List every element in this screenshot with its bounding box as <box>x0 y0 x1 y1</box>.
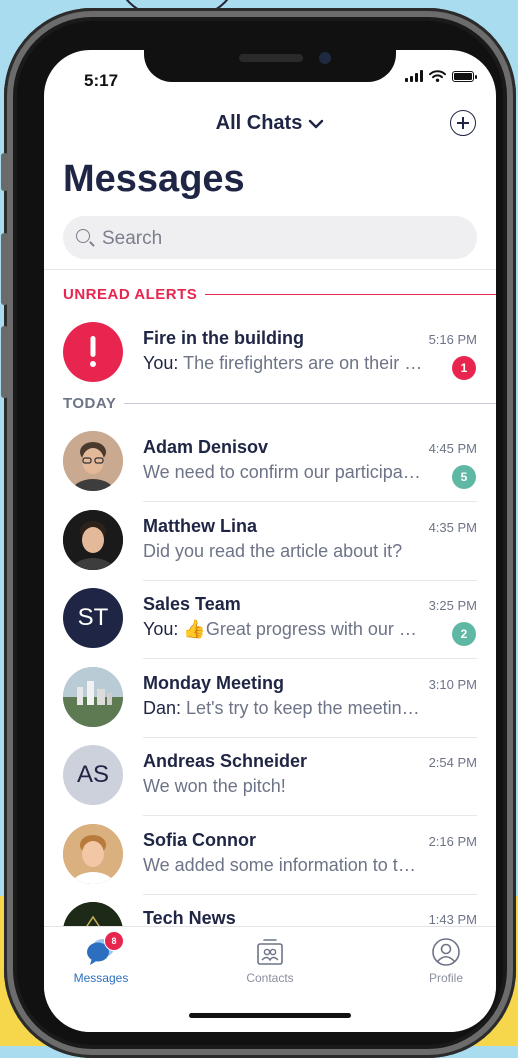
header-divider <box>44 269 496 270</box>
chat-time: 4:35 PM <box>428 519 477 535</box>
avatar <box>63 823 123 884</box>
avatar <box>63 431 123 491</box>
section-divider <box>205 294 496 295</box>
chat-row[interactable]: Monday Meeting Dan: Let's try to keep th… <box>44 660 496 738</box>
chat-name: Matthew Lina <box>143 515 258 536</box>
section-unread-alerts: UNREAD ALERTS <box>63 286 496 303</box>
chat-message: 👍Great progress with our clients <box>183 619 425 639</box>
home-indicator <box>189 1013 351 1018</box>
unread-badge: 5 <box>452 465 476 489</box>
speaker <box>239 54 303 62</box>
search-bar[interactable] <box>63 216 477 261</box>
chat-row[interactable]: ST Sales Team You: 👍Great progress with … <box>44 581 496 659</box>
chat-time: 2:16 PM <box>428 833 477 849</box>
chat-name: Sofia Connor <box>143 829 256 850</box>
chat-name: Adam Denisov <box>143 437 269 457</box>
chat-message: We won the pitch! <box>143 776 286 796</box>
unread-badge: 1 <box>452 356 476 380</box>
profile-icon <box>431 937 461 967</box>
chat-row[interactable]: Sofia Connor We added some information t… <box>44 817 496 895</box>
chat-time: 4:45 PM <box>428 441 477 456</box>
unread-badge: 2 <box>452 622 476 646</box>
battery-icon <box>452 70 477 82</box>
chat-filter-dropdown[interactable]: All Chats <box>44 112 496 135</box>
chat-preview: Did you read the article about it? <box>143 541 425 562</box>
chat-time: 3:10 PM <box>428 676 477 692</box>
chat-row[interactable]: Matthew Lina Did you read the article ab… <box>44 503 496 581</box>
chat-filter-label: All Chats <box>215 112 303 134</box>
section-divider <box>124 403 496 404</box>
chat-name: Monday Meeting <box>143 672 285 693</box>
front-camera <box>319 52 331 64</box>
chat-message: The firefighters are on their way <box>183 353 425 373</box>
tab-contacts[interactable]: Contacts <box>215 937 325 985</box>
chevron-down-icon <box>308 112 324 135</box>
chat-row[interactable]: Adam Denisov We need to confirm our part… <box>44 424 496 502</box>
chat-preview: We need to confirm our participation <box>143 462 425 483</box>
chat-preview: We added some information to the doc <box>143 855 425 876</box>
chat-name: Andreas Schneider <box>143 751 308 771</box>
status-time: 5:17 <box>84 71 119 90</box>
chat-name: Fire in the building <box>143 328 304 348</box>
chat-time: 2:54 PM <box>428 755 477 770</box>
search-input[interactable] <box>100 216 404 261</box>
tab-profile[interactable]: Profile <box>391 937 496 985</box>
tab-messages[interactable]: 8 Messages <box>46 931 156 985</box>
chat-name: Sales Team <box>143 594 241 614</box>
chat-message: Let's try to keep the meeting short <box>186 697 425 718</box>
signal-icon <box>405 70 423 82</box>
phone-frame: 5:17 All Chats Messages UNREAD ALERTS <box>1 8 516 1058</box>
avatar <box>63 509 123 570</box>
chat-preview: You: The firefighters are on their way <box>143 353 425 374</box>
notch <box>144 50 396 82</box>
chat-message: We need to confirm our participation <box>143 462 425 482</box>
section-today: TODAY <box>63 395 496 412</box>
avatar-initials: ST <box>77 604 109 631</box>
status-icons <box>405 70 477 82</box>
phone-screen: 5:17 All Chats Messages UNREAD ALERTS <box>44 50 496 1032</box>
chat-time: 5:16 PM <box>428 332 477 347</box>
chat-sender: You: <box>143 619 179 639</box>
alert-avatar <box>63 322 123 382</box>
tab-label: Contacts <box>246 971 294 985</box>
exclamation-icon <box>90 336 96 367</box>
new-chat-icon[interactable] <box>450 110 476 136</box>
page-title: Messages <box>63 158 245 200</box>
chat-message: We added some information to the doc <box>143 854 425 875</box>
chat-bubbles-icon: 8 <box>86 931 124 967</box>
avatar: AS <box>63 745 123 805</box>
chat-preview: Dan: Let's try to keep the meeting short <box>143 698 425 719</box>
volume-down-button <box>1 326 8 398</box>
chat-sender: You: <box>143 353 179 373</box>
chat-row-alert[interactable]: Fire in the building You: The firefighte… <box>44 315 496 393</box>
volume-up-button <box>1 233 8 305</box>
search-icon <box>76 229 90 243</box>
wifi-icon <box>429 70 446 82</box>
avatar: ST <box>63 588 123 648</box>
chat-preview: You: 👍Great progress with our clients <box>143 619 425 640</box>
chat-sender: Dan: <box>143 697 182 718</box>
mute-switch <box>1 153 8 191</box>
section-label-unread: UNREAD ALERTS <box>63 286 198 303</box>
chat-time: 1:43 PM <box>428 912 477 927</box>
chat-message: Did you read the article about it? <box>143 540 403 561</box>
tab-label: Profile <box>428 971 463 985</box>
avatar-initials: AS <box>76 761 109 788</box>
section-label-today: TODAY <box>63 395 117 412</box>
tab-label: Messages <box>73 971 129 985</box>
tab-badge: 8 <box>104 931 124 951</box>
contacts-icon <box>255 937 285 967</box>
chat-row[interactable]: AS Andreas Schneider We won the pitch! 2… <box>44 738 496 816</box>
chat-time: 3:25 PM <box>428 598 477 613</box>
chat-preview: We won the pitch! <box>143 776 425 797</box>
avatar <box>63 666 123 727</box>
